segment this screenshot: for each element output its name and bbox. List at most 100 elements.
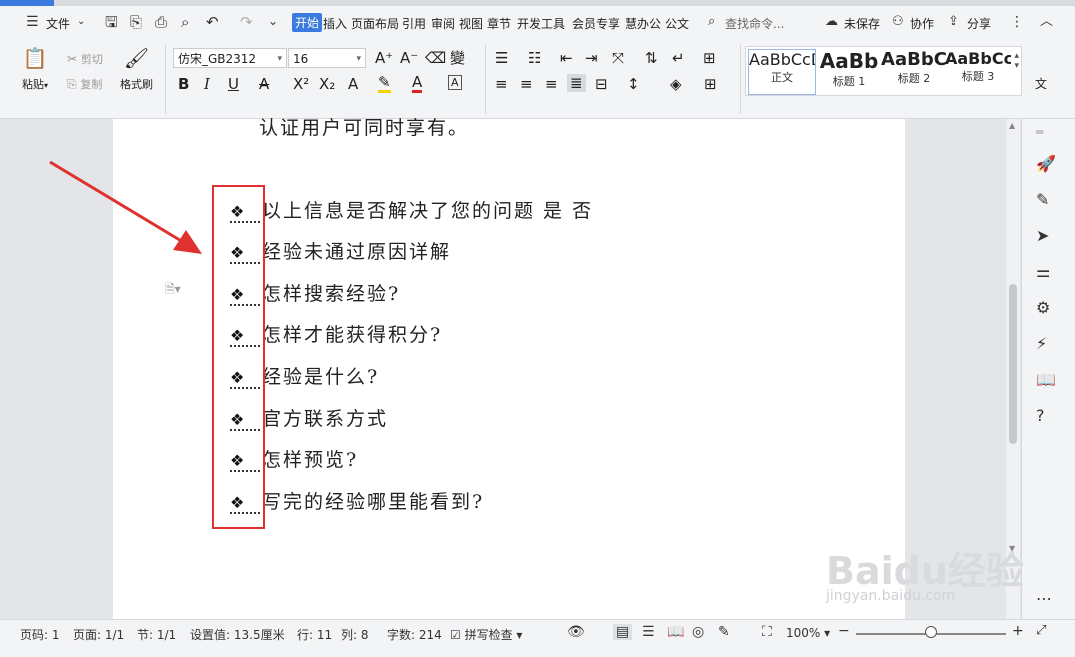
status-col[interactable]: 列: 8 [341, 626, 369, 643]
web-view-icon[interactable]: ◎ [692, 624, 704, 640]
search-icon[interactable]: ⌕ [708, 15, 715, 28]
decrease-indent-icon[interactable]: ⇤ [560, 49, 573, 67]
paragraph-handle-icon[interactable]: 🗎▾ [165, 283, 181, 295]
phonetic-icon[interactable]: 變 [450, 49, 465, 67]
justify-icon[interactable]: ≣ [567, 74, 586, 92]
tab-smart-office[interactable]: 慧办公 [625, 15, 661, 32]
sidebar-collapse-icon[interactable]: ═ [1036, 125, 1043, 139]
status-word-count[interactable]: 字数: 214 [387, 626, 442, 643]
tab-home[interactable]: 开始 [292, 13, 323, 32]
paste-button[interactable]: 📋 粘贴▾ [22, 46, 48, 92]
font-size-select[interactable]: 16 ▾ [288, 48, 366, 68]
reading-view-icon[interactable]: 📖 [667, 624, 684, 640]
sliders-icon[interactable]: ⚌ [1036, 262, 1050, 281]
tab-official-doc[interactable]: 公文 [665, 15, 689, 32]
zoom-level[interactable]: 100% ▾ [786, 626, 830, 640]
more-ribbon-button[interactable]: 文 [1035, 75, 1047, 93]
zoom-out-icon[interactable]: − [838, 623, 850, 639]
strikethrough-icon[interactable]: A [259, 75, 269, 93]
distributed-icon[interactable]: ⊟ [595, 75, 608, 93]
chinese-layout-icon[interactable]: ⤧ [612, 49, 624, 67]
outline-view-icon[interactable]: ☰ [642, 624, 655, 640]
style-heading-1[interactable]: AaBb 标题 1 [816, 49, 882, 93]
help-icon[interactable]: ? [1036, 406, 1045, 425]
sort-icon[interactable]: ⇅ [645, 49, 658, 67]
highlight-icon[interactable]: ✎ [378, 75, 391, 93]
borders-icon[interactable]: ⊞ [704, 75, 717, 93]
book-search-icon[interactable]: 📖 [1036, 370, 1056, 389]
align-right-icon[interactable]: ≡ [545, 75, 558, 93]
grow-font-icon[interactable]: A⁺ [375, 49, 393, 67]
more-icon[interactable]: ⌄ [268, 15, 278, 27]
hamburger-icon[interactable]: ☰ [26, 15, 39, 29]
style-heading-3[interactable]: AaBbCc 标题 3 [945, 49, 1011, 93]
tab-insert[interactable]: 插入 [323, 15, 347, 32]
italic-icon[interactable]: I [204, 75, 210, 93]
scroll-thumb[interactable] [1009, 284, 1017, 444]
bullet-list-icon[interactable]: ☰ [495, 49, 508, 67]
status-section[interactable]: 节: 1/1 [137, 626, 176, 643]
increase-indent-icon[interactable]: ⇥ [585, 49, 598, 67]
copy-button[interactable]: ⎘ 复制 [67, 75, 102, 94]
more-dots-icon[interactable]: ⋯ [1036, 589, 1052, 608]
chevron-down-icon[interactable]: ⌄ [77, 17, 85, 27]
fullscreen-icon[interactable]: ⤢ [1036, 623, 1046, 638]
print-preview-icon[interactable]: ⌕ [181, 15, 189, 30]
tab-view[interactable]: 视图 [459, 15, 483, 32]
write-mode-icon[interactable]: ✎ [718, 624, 730, 640]
fit-screen-icon[interactable]: ⛶ [762, 624, 772, 640]
gallery-scroll-icon[interactable]: ▴ ▾ [1014, 51, 1019, 71]
share-button[interactable]: 分享 [967, 15, 991, 32]
status-page-number[interactable]: 页码: 1 [20, 626, 60, 643]
numbered-list-icon[interactable]: ☷ [528, 49, 541, 67]
align-center-icon[interactable]: ≡ [520, 75, 533, 93]
font-name-select[interactable]: 仿宋_GB2312 ▾ [173, 48, 287, 68]
line-spacing-icon[interactable]: ↕ [627, 75, 640, 93]
unsaved-status[interactable]: 未保存 [844, 15, 880, 32]
print-icon[interactable]: ⎙ [155, 15, 167, 30]
redo-icon[interactable]: ↷ [240, 15, 253, 30]
font-color-icon[interactable]: A [412, 75, 423, 93]
char-border-icon[interactable]: A [448, 75, 462, 90]
clear-format-icon[interactable]: ⌫ [425, 49, 446, 67]
tab-sections[interactable]: 章节 [487, 15, 511, 32]
page-view-icon[interactable]: ▤ [613, 624, 633, 640]
subscript-icon[interactable]: X₂ [319, 75, 335, 93]
show-marks-icon[interactable]: ↵ [672, 49, 685, 67]
font-effect-icon[interactable]: A [348, 75, 358, 93]
more-options-icon[interactable]: ⋮ [1010, 15, 1024, 29]
command-search[interactable]: 查找命令... [725, 15, 784, 32]
collapse-ribbon-icon[interactable]: ︿ [1040, 15, 1053, 28]
cut-button[interactable]: ✂ 剪切 [67, 50, 103, 69]
table-tools-icon[interactable]: ⊞ [703, 49, 716, 67]
export-icon[interactable]: ⎘ [130, 15, 142, 30]
cursor-icon[interactable]: ➤ [1036, 226, 1049, 245]
save-icon[interactable]: 🖫 [105, 15, 118, 30]
pen-icon[interactable]: ✎ [1036, 190, 1049, 209]
collab-button[interactable]: 协作 [910, 15, 934, 32]
superscript-icon[interactable]: X² [293, 75, 309, 93]
zoom-slider-knob[interactable] [925, 626, 937, 638]
lightning-icon[interactable]: ⚡ [1036, 334, 1047, 353]
spell-check-button[interactable]: ☑ 拼写检查 ▾ [450, 626, 522, 643]
zoom-in-icon[interactable]: + [1012, 623, 1024, 639]
rocket-icon[interactable]: 🚀 [1036, 154, 1056, 173]
eye-protect-icon[interactable]: 👁 [567, 624, 585, 640]
undo-icon[interactable]: ↶ [206, 15, 219, 30]
tab-developer[interactable]: 开发工具 [517, 15, 565, 32]
status-setting[interactable]: 设置值: 13.5厘米 [190, 626, 285, 643]
file-menu[interactable]: 文件 [46, 15, 70, 32]
scroll-up-icon[interactable]: ▲ [1009, 121, 1015, 130]
underline-icon[interactable]: U [228, 75, 239, 93]
bold-icon[interactable]: B [178, 75, 189, 93]
format-painter-button[interactable]: 🖌 格式刷 [120, 46, 153, 92]
ai-icon[interactable]: ⚙ [1036, 298, 1050, 317]
shrink-font-icon[interactable]: A⁻ [400, 49, 418, 67]
status-pages[interactable]: 页面: 1/1 [73, 626, 124, 643]
align-left-icon[interactable]: ≡ [495, 75, 508, 93]
tab-references[interactable]: 引用 [402, 15, 426, 32]
tab-review[interactable]: 审阅 [431, 15, 455, 32]
style-normal[interactable]: AaBbCcDd 正文 [748, 49, 816, 95]
tab-member[interactable]: 会员专享 [572, 15, 620, 32]
style-heading-2[interactable]: AaBbC 标题 2 [881, 49, 947, 93]
